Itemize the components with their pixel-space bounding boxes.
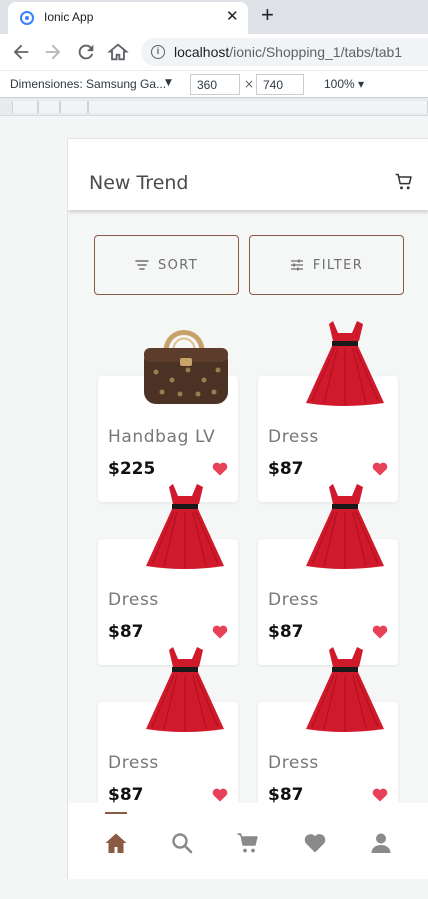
- filter-label: FILTER: [312, 257, 364, 273]
- product-name: Handbag LV: [108, 427, 216, 447]
- handbag-image: [144, 330, 228, 404]
- person-icon[interactable]: [369, 831, 393, 855]
- close-tab-icon[interactable]: ✕: [226, 7, 239, 25]
- height-field[interactable]: 740: [256, 74, 304, 95]
- bottom-tab-bar: [68, 803, 428, 879]
- product-card[interactable]: Dress $87: [98, 647, 238, 803]
- chevron-down-icon[interactable]: ▼: [165, 78, 172, 88]
- address-bar[interactable]: i localhost/ionic/Shopping_1/tabs/tab1: [141, 38, 428, 66]
- reload-icon[interactable]: [75, 41, 97, 63]
- product-card[interactable]: Dress $87: [258, 647, 398, 803]
- favorite-heart-icon[interactable]: [212, 625, 228, 639]
- red-dress-image: [306, 321, 384, 406]
- heart-icon[interactable]: [303, 831, 327, 855]
- search-icon[interactable]: [170, 831, 194, 855]
- favorite-heart-icon[interactable]: [212, 462, 228, 476]
- device-viewport: New Trend SORT FILTER Handbag LV $225 Dr…: [67, 138, 428, 879]
- browser-tab[interactable]: Ionic App ✕: [8, 2, 248, 34]
- zoom-selector[interactable]: 100% ▾: [324, 77, 364, 91]
- dimension-separator: ×: [244, 77, 255, 91]
- forward-arrow-icon[interactable]: [42, 41, 64, 63]
- home-page-icon[interactable]: [107, 41, 129, 63]
- ionic-favicon-icon: [20, 11, 34, 25]
- site-info-icon[interactable]: i: [151, 45, 165, 59]
- favorite-heart-icon[interactable]: [372, 625, 388, 639]
- product-price: $87: [268, 785, 304, 803]
- product-name: Dress: [108, 753, 159, 773]
- product-name: Dress: [108, 590, 159, 610]
- media-query-ruler: [0, 98, 428, 116]
- filter-button[interactable]: FILTER: [249, 235, 404, 295]
- back-arrow-icon[interactable]: [10, 41, 32, 63]
- page-title: New Trend: [89, 172, 189, 194]
- red-dress-image: [306, 647, 384, 732]
- filter-sliders-icon: [290, 259, 303, 271]
- product-price: $87: [108, 622, 144, 642]
- cart-icon[interactable]: [394, 172, 414, 192]
- favorite-heart-icon[interactable]: [372, 462, 388, 476]
- product-name: Dress: [268, 427, 319, 447]
- product-price: $87: [268, 459, 304, 479]
- sort-label: SORT: [157, 257, 199, 273]
- device-selector[interactable]: Dimensiones: Samsung Ga...: [10, 77, 166, 91]
- favorite-heart-icon[interactable]: [372, 788, 388, 802]
- cart-tab-icon[interactable]: [236, 831, 260, 855]
- url-text: localhost/ionic/Shopping_1/tabs/tab1: [174, 44, 403, 60]
- red-dress-image: [306, 484, 384, 569]
- favorite-heart-icon[interactable]: [212, 788, 228, 802]
- sort-icon: [135, 260, 149, 270]
- app-header: New Trend: [68, 139, 428, 210]
- browser-tab-strip: Ionic App ✕ +: [0, 0, 428, 34]
- home-icon[interactable]: [104, 831, 128, 855]
- width-field[interactable]: 360: [190, 74, 240, 95]
- active-tab-indicator: [105, 812, 127, 814]
- sort-button[interactable]: SORT: [94, 235, 239, 295]
- new-tab-icon[interactable]: +: [261, 2, 274, 28]
- red-dress-image: [146, 484, 224, 569]
- product-price: $87: [268, 622, 304, 642]
- product-price: $225: [108, 459, 156, 479]
- browser-toolbar: i localhost/ionic/Shopping_1/tabs/tab1: [0, 34, 428, 70]
- product-grid: Handbag LV $225 Dress $87 Dress $87 Dres…: [68, 309, 428, 803]
- product-price: $87: [108, 785, 144, 803]
- product-name: Dress: [268, 753, 319, 773]
- red-dress-image: [146, 647, 224, 732]
- tab-title: Ionic App: [44, 10, 94, 24]
- product-name: Dress: [268, 590, 319, 610]
- device-toolbar: Dimensiones: Samsung Ga... ▼ 360 × 740 1…: [0, 70, 428, 98]
